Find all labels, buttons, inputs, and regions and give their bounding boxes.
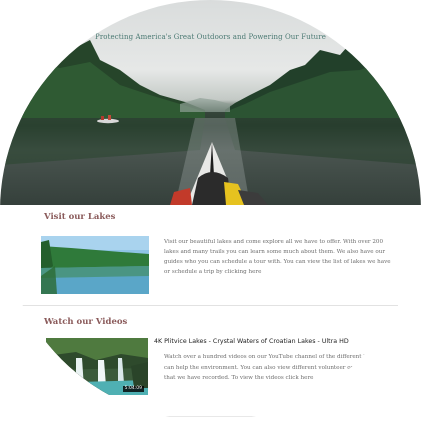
videos-section-title: Watch our Videos [44, 317, 128, 327]
page-viewport: Protecting America's Great Outdoors and … [0, 0, 421, 421]
section-divider [22, 305, 398, 306]
hero-tagline: Protecting America's Great Outdoors and … [95, 33, 326, 41]
kayak-lake-photo [0, 30, 421, 205]
video-duration-badge: 5:04:09 [122, 386, 144, 392]
videos-description: Watch over a hundred videos on our YouTu… [164, 354, 390, 381]
video-thumbnail[interactable]: 5:04:09 [46, 338, 148, 395]
hero-banner: Protecting America's Great Outdoors and … [0, 0, 421, 205]
lakes-section-title: Visit our Lakes [44, 212, 116, 222]
lake-photo [41, 236, 149, 294]
video-title-link[interactable]: 4K Plitvice Lakes - Crystal Waters of Cr… [154, 338, 394, 345]
bottom-divider [163, 416, 263, 417]
lakes-thumbnail[interactable] [41, 236, 149, 294]
lakes-description: Visit our beautiful lakes and come explo… [164, 239, 391, 275]
